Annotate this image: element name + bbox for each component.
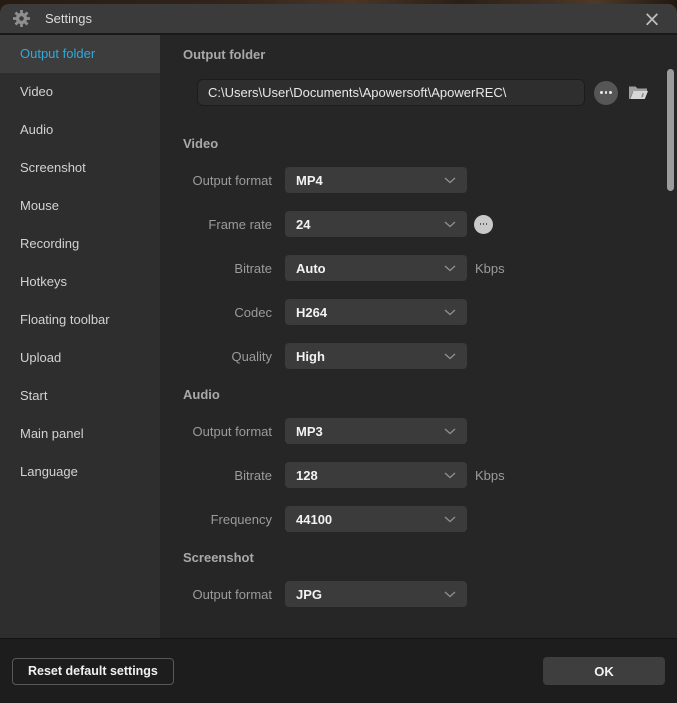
ok-button[interactable]: OK (543, 657, 665, 685)
chevron-down-icon (444, 472, 456, 478)
section-header-output-folder: Output folder (183, 47, 266, 62)
field-label: Output format (192, 423, 272, 439)
sidebar-item-video[interactable]: Video (0, 73, 160, 111)
setting-row-video-bitrate: Bitrate Auto Kbps (183, 255, 677, 281)
footer-bar: Reset default settings OK (0, 638, 677, 703)
field-label: Codec (234, 304, 272, 320)
field-label: Frequency (210, 511, 272, 527)
selected-value: 24 (296, 216, 311, 232)
selected-value: 44100 (296, 511, 333, 527)
reset-default-settings-button[interactable]: Reset default settings (12, 657, 174, 685)
video-bitrate-select[interactable]: Auto (285, 255, 467, 281)
chevron-down-icon (444, 221, 456, 227)
sidebar-item-hotkeys[interactable]: Hotkeys (0, 263, 160, 301)
video-rows: Output format MP4 Frame rate 24 Bitrate … (183, 167, 677, 369)
sidebar-item-output-folder[interactable]: Output folder (0, 35, 160, 73)
field-label: Bitrate (234, 467, 272, 483)
selected-value: H264 (296, 304, 328, 320)
video-frame-rate-select[interactable]: 24 (285, 211, 467, 237)
selected-value: MP3 (296, 423, 323, 439)
chevron-down-icon (444, 177, 456, 183)
sidebar-item-start[interactable]: Start (0, 377, 160, 415)
setting-row-audio-bitrate: Bitrate 128 Kbps (183, 462, 677, 488)
video-output-format-select[interactable]: MP4 (285, 167, 467, 193)
selected-value: 128 (296, 467, 318, 483)
selected-value: Auto (296, 260, 326, 276)
setting-row-video-codec: Codec H264 (183, 299, 677, 325)
titlebar: Settings × (0, 4, 677, 35)
dot (600, 91, 603, 94)
video-codec-select[interactable]: H264 (285, 299, 467, 325)
audio-frequency-select[interactable]: 44100 (285, 506, 467, 532)
open-folder-button[interactable] (628, 84, 649, 101)
audio-output-format-select[interactable]: MP3 (285, 418, 467, 444)
window-title: Settings (45, 11, 92, 26)
field-label: Bitrate (234, 260, 272, 276)
settings-dialog: Settings × Output folder Video Audio Scr… (0, 4, 677, 703)
dot (604, 91, 608, 94)
field-label: Quality (231, 348, 272, 364)
folder-icon (629, 86, 648, 99)
dot (483, 222, 484, 226)
dot (486, 222, 487, 226)
settings-content: Output folder Video Output format (160, 35, 677, 638)
audio-rows: Output format MP3 Bitrate 128 Kbps Frequ (183, 418, 677, 532)
setting-row-video-frame-rate: Frame rate 24 (183, 211, 677, 237)
setting-row-video-output-format: Output format MP4 (183, 167, 677, 193)
sidebar-item-floating-toolbar[interactable]: Floating toolbar (0, 301, 160, 339)
screenshot-rows: Output format JPG (183, 581, 677, 607)
sidebar-item-upload[interactable]: Upload (0, 339, 160, 377)
sidebar-item-screenshot[interactable]: Screenshot (0, 149, 160, 187)
section-header-audio: Audio (183, 387, 220, 402)
selected-value: MP4 (296, 172, 323, 188)
dot (480, 222, 481, 226)
screenshot-output-format-select[interactable]: JPG (285, 581, 467, 607)
dot (609, 91, 613, 94)
setting-row-audio-frequency: Frequency 44100 (183, 506, 677, 532)
output-path-input[interactable] (197, 79, 585, 106)
sidebar-item-main-panel[interactable]: Main panel (0, 415, 160, 453)
sidebar-item-language[interactable]: Language (0, 453, 160, 491)
output-path-row (197, 79, 677, 106)
audio-bitrate-select[interactable]: 128 (285, 462, 467, 488)
close-button[interactable]: × (640, 7, 664, 31)
video-quality-select[interactable]: High (285, 343, 467, 369)
setting-row-screenshot-output-format: Output format JPG (183, 581, 677, 607)
chevron-down-icon (444, 428, 456, 434)
field-label: Output format (192, 172, 272, 188)
unit-label: Kbps (475, 260, 505, 276)
section-header-video: Video (183, 136, 219, 151)
setting-row-audio-output-format: Output format MP3 (183, 418, 677, 444)
chevron-down-icon (444, 591, 456, 597)
frame-rate-more-button[interactable] (474, 214, 493, 234)
section-header-screenshot: Screenshot (183, 550, 254, 565)
dialog-body: Output folder Video Audio Screenshot Mou… (0, 35, 677, 638)
gear-icon (13, 10, 30, 27)
chevron-down-icon (444, 265, 456, 271)
chevron-down-icon (444, 309, 456, 315)
setting-row-video-quality: Quality High (183, 343, 677, 369)
sidebar-item-recording[interactable]: Recording (0, 225, 160, 263)
sidebar-item-audio[interactable]: Audio (0, 111, 160, 149)
browse-ellipsis-button[interactable] (594, 80, 618, 105)
sidebar-item-mouse[interactable]: Mouse (0, 187, 160, 225)
selected-value: JPG (296, 586, 323, 602)
sidebar: Output folder Video Audio Screenshot Mou… (0, 35, 160, 638)
unit-label: Kbps (475, 467, 505, 483)
chevron-down-icon (444, 516, 456, 522)
selected-value: High (296, 348, 325, 364)
chevron-down-icon (444, 353, 456, 359)
field-label: Frame rate (208, 216, 272, 232)
field-label: Output format (192, 586, 272, 602)
scrollbar-thumb[interactable] (667, 69, 674, 191)
